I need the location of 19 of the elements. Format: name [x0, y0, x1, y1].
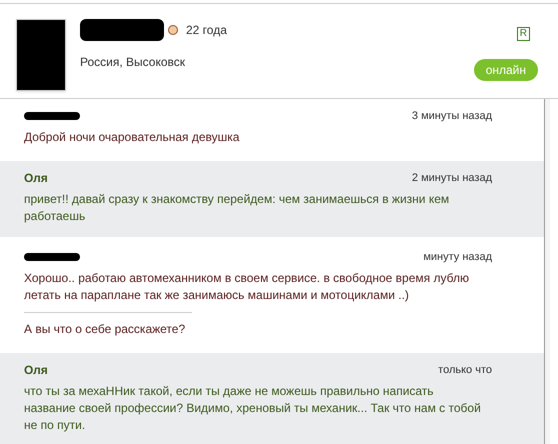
registered-badge: R	[516, 27, 530, 41]
message-text: привет!! давай сразу к знакомству перейдем: чем занимаешься в жизни кем работаешь	[24, 191, 450, 225]
message-time: только что	[438, 362, 492, 378]
message-author: Оля	[24, 362, 48, 379]
message-time: 2 минуты назад	[412, 170, 492, 186]
message-text: А вы что о себе расскажете?	[24, 321, 186, 338]
location-text: Россия, Высоковск	[80, 54, 186, 71]
redaction-mark	[24, 253, 80, 261]
status-button[interactable]: онлайн	[474, 59, 538, 81]
message-text: Хорошо.. работаю автомеханником в своем сервисе. в свободное время лублю летать на параплане так же занимаюсь машинами и мотоциклами ..)	[24, 270, 470, 304]
avatar-placeholder	[16, 19, 66, 91]
message-time: 3 минуты назад	[412, 108, 492, 124]
message-author: Оля	[24, 170, 48, 187]
message-text: Доброй ночи очаровательная девушка	[24, 129, 240, 146]
age-text: 22 года	[186, 22, 227, 39]
scrollbar[interactable]	[544, 99, 550, 444]
message-time: минуту назад	[423, 250, 492, 265]
redaction-mark	[24, 112, 80, 120]
message-text: что ты за мехаННик такой, если ты даже не можешь правильно написать название своей профессии? Видимо, хреновый ты механик... Так что нам с тобой не по пути.	[24, 383, 482, 434]
